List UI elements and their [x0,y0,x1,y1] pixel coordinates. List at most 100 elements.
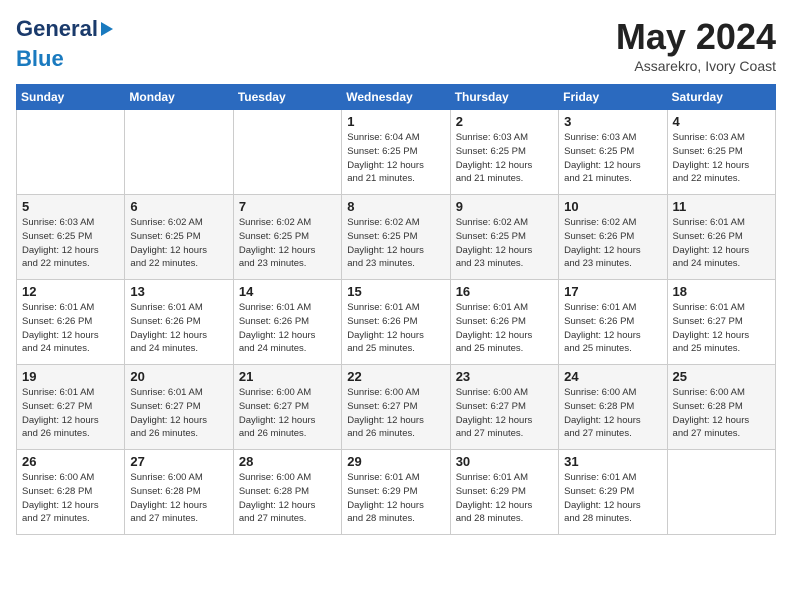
calendar-cell: 12Sunrise: 6:01 AM Sunset: 6:26 PM Dayli… [17,280,125,365]
calendar-cell: 24 Sunrise: 6:00 AM Sunset: 6:28 PM Dayli… [559,365,667,450]
day-number: 3 [564,114,661,129]
day-number: 11 [673,199,770,214]
day-number: 23 [456,369,553,384]
title-block: May 2024 Assarekro, Ivory Coast [616,16,776,74]
calendar-cell: 23 Sunrise: 6:00 AM Sunset: 6:27 PM Dayli… [450,365,558,450]
day-number: 20 [130,369,227,384]
header-day-tuesday: Tuesday [233,85,341,110]
calendar-cell [233,110,341,195]
header-day-thursday: Thursday [450,85,558,110]
calendar-title: May 2024 [616,16,776,58]
calendar-cell: 14 Sunrise: 6:01 AM Sunset: 6:26 PM Dayli… [233,280,341,365]
day-info: Sunrise: 6:02 AM Sunset: 6:25 PM Dayligh… [239,216,336,271]
calendar-cell [125,110,233,195]
day-number: 1 [347,114,444,129]
day-info: Sunrise: 6:01 AM Sunset: 6:27 PM Dayligh… [673,301,770,356]
day-number: 10 [564,199,661,214]
calendar-cell: 1 Sunrise: 6:04 AM Sunset: 6:25 PM Daylig… [342,110,450,195]
calendar-cell: 13 Sunrise: 6:01 AM Sunset: 6:26 PM Dayli… [125,280,233,365]
day-info: Sunrise: 6:03 AM Sunset: 6:25 PM Dayligh… [22,216,119,271]
calendar-cell: 15 Sunrise: 6:01 AM Sunset: 6:26 PM Dayli… [342,280,450,365]
day-number: 15 [347,284,444,299]
calendar-table: SundayMondayTuesdayWednesdayThursdayFrid… [16,84,776,535]
calendar-cell: 19 Sunrise: 6:01 AM Sunset: 6:27 PM Dayli… [17,365,125,450]
day-number: 27 [130,454,227,469]
week-row-4: 19 Sunrise: 6:01 AM Sunset: 6:27 PM Dayli… [17,365,776,450]
header-day-monday: Monday [125,85,233,110]
calendar-cell: 25Sunrise: 6:00 AM Sunset: 6:28 PM Dayli… [667,365,775,450]
calendar-cell: 9Sunrise: 6:02 AM Sunset: 6:25 PM Daylig… [450,195,558,280]
header-day-wednesday: Wednesday [342,85,450,110]
calendar-cell: 2Sunrise: 6:03 AM Sunset: 6:25 PM Daylig… [450,110,558,195]
calendar-cell: 5 Sunrise: 6:03 AM Sunset: 6:25 PM Daylig… [17,195,125,280]
logo-general: General [16,16,98,42]
logo-arrow-icon [101,22,113,36]
day-number: 24 [564,369,661,384]
header-row: SundayMondayTuesdayWednesdayThursdayFrid… [17,85,776,110]
calendar-cell: 7Sunrise: 6:02 AM Sunset: 6:25 PM Daylig… [233,195,341,280]
week-row-2: 5 Sunrise: 6:03 AM Sunset: 6:25 PM Daylig… [17,195,776,280]
calendar-cell: 21Sunrise: 6:00 AM Sunset: 6:27 PM Dayli… [233,365,341,450]
calendar-cell: 27 Sunrise: 6:00 AM Sunset: 6:28 PM Dayli… [125,450,233,535]
calendar-cell [17,110,125,195]
day-number: 6 [130,199,227,214]
day-info: Sunrise: 6:02 AM Sunset: 6:26 PM Dayligh… [564,216,661,271]
day-number: 28 [239,454,336,469]
day-info: Sunrise: 6:01 AM Sunset: 6:26 PM Dayligh… [673,216,770,271]
header-day-sunday: Sunday [17,85,125,110]
calendar-cell: 10 Sunrise: 6:02 AM Sunset: 6:26 PM Dayli… [559,195,667,280]
day-number: 5 [22,199,119,214]
calendar-cell: 18Sunrise: 6:01 AM Sunset: 6:27 PM Dayli… [667,280,775,365]
calendar-cell: 31Sunrise: 6:01 AM Sunset: 6:29 PM Dayli… [559,450,667,535]
day-info: Sunrise: 6:02 AM Sunset: 6:25 PM Dayligh… [130,216,227,271]
day-info: Sunrise: 6:00 AM Sunset: 6:27 PM Dayligh… [456,386,553,441]
day-number: 16 [456,284,553,299]
day-info: Sunrise: 6:03 AM Sunset: 6:25 PM Dayligh… [564,131,661,186]
day-number: 21 [239,369,336,384]
week-row-1: 1 Sunrise: 6:04 AM Sunset: 6:25 PM Daylig… [17,110,776,195]
day-number: 31 [564,454,661,469]
header-day-friday: Friday [559,85,667,110]
calendar-cell: 29Sunrise: 6:01 AM Sunset: 6:29 PM Dayli… [342,450,450,535]
day-info: Sunrise: 6:02 AM Sunset: 6:25 PM Dayligh… [456,216,553,271]
calendar-cell: 8Sunrise: 6:02 AM Sunset: 6:25 PM Daylig… [342,195,450,280]
calendar-location: Assarekro, Ivory Coast [616,58,776,74]
day-info: Sunrise: 6:01 AM Sunset: 6:26 PM Dayligh… [564,301,661,356]
day-info: Sunrise: 6:00 AM Sunset: 6:28 PM Dayligh… [239,471,336,526]
calendar-cell: 6 Sunrise: 6:02 AM Sunset: 6:25 PM Daylig… [125,195,233,280]
calendar-cell: 22 Sunrise: 6:00 AM Sunset: 6:27 PM Dayli… [342,365,450,450]
day-info: Sunrise: 6:01 AM Sunset: 6:26 PM Dayligh… [347,301,444,356]
calendar-cell: 17Sunrise: 6:01 AM Sunset: 6:26 PM Dayli… [559,280,667,365]
day-number: 22 [347,369,444,384]
day-info: Sunrise: 6:00 AM Sunset: 6:27 PM Dayligh… [347,386,444,441]
day-info: Sunrise: 6:01 AM Sunset: 6:27 PM Dayligh… [22,386,119,441]
day-number: 13 [130,284,227,299]
day-info: Sunrise: 6:00 AM Sunset: 6:28 PM Dayligh… [22,471,119,526]
day-number: 26 [22,454,119,469]
day-info: Sunrise: 6:01 AM Sunset: 6:26 PM Dayligh… [239,301,336,356]
day-info: Sunrise: 6:01 AM Sunset: 6:29 PM Dayligh… [347,471,444,526]
day-number: 25 [673,369,770,384]
day-number: 4 [673,114,770,129]
day-info: Sunrise: 6:00 AM Sunset: 6:28 PM Dayligh… [130,471,227,526]
calendar-cell: 28 Sunrise: 6:00 AM Sunset: 6:28 PM Dayli… [233,450,341,535]
day-number: 30 [456,454,553,469]
week-row-3: 12 Sunrise: 6:01 AM Sunset: 6:26 PM Dayli… [17,280,776,365]
day-info: Sunrise: 6:04 AM Sunset: 6:25 PM Dayligh… [347,131,444,186]
day-info: Sunrise: 6:02 AM Sunset: 6:25 PM Dayligh… [347,216,444,271]
day-info: Sunrise: 6:01 AM Sunset: 6:26 PM Dayligh… [456,301,553,356]
day-number: 2 [456,114,553,129]
logo-blue: Blue [16,46,64,72]
calendar-body: 1 Sunrise: 6:04 AM Sunset: 6:25 PM Daylig… [17,110,776,535]
day-number: 12 [22,284,119,299]
day-info: Sunrise: 6:03 AM Sunset: 6:25 PM Dayligh… [673,131,770,186]
calendar-cell: 20Sunrise: 6:01 AM Sunset: 6:27 PM Dayli… [125,365,233,450]
day-info: Sunrise: 6:01 AM Sunset: 6:26 PM Dayligh… [130,301,227,356]
day-info: Sunrise: 6:00 AM Sunset: 6:28 PM Dayligh… [564,386,661,441]
week-row-5: 26 Sunrise: 6:00 AM Sunset: 6:28 PM Dayli… [17,450,776,535]
calendar-cell: 16 Sunrise: 6:01 AM Sunset: 6:26 PM Dayli… [450,280,558,365]
day-number: 14 [239,284,336,299]
calendar-cell: 11 Sunrise: 6:01 AM Sunset: 6:26 PM Dayli… [667,195,775,280]
calendar-header: SundayMondayTuesdayWednesdayThursdayFrid… [17,85,776,110]
day-number: 19 [22,369,119,384]
